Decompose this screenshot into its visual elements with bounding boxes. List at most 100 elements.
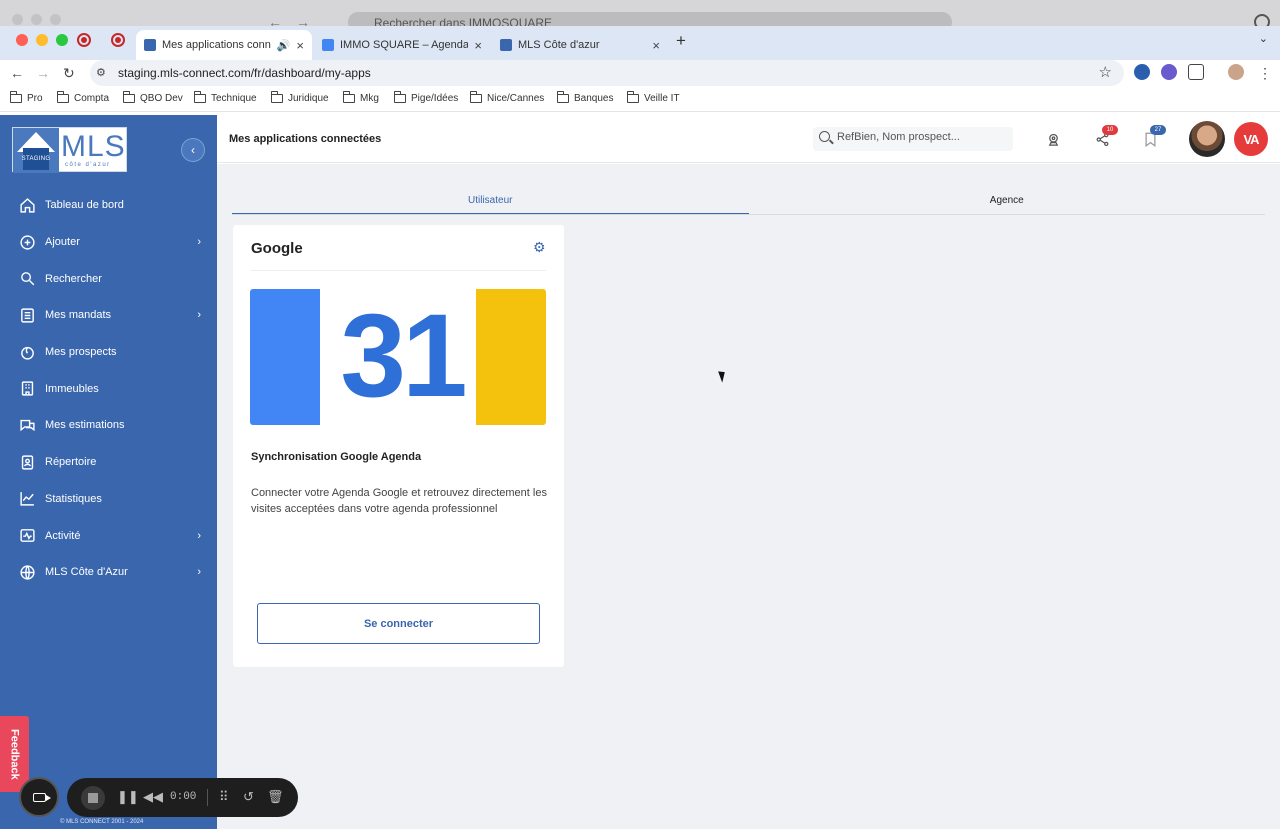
bookmark-folder[interactable]: Pro (9, 91, 43, 104)
sidebar-item-statistiques[interactable]: Statistiques (0, 481, 217, 518)
google-app-card: Google ⚙ 31 Synchronisation Google Agend… (233, 225, 564, 667)
browser-menu-icon[interactable]: ⋮ (1258, 65, 1272, 82)
search-input[interactable] (837, 131, 1007, 143)
folder-icon (342, 91, 355, 103)
calendar-number: 31 (340, 290, 467, 422)
site-settings-icon[interactable]: ⚙ (96, 66, 106, 79)
search-icon (819, 131, 830, 142)
bookmark-label: Technique (211, 93, 257, 104)
speaker-icon[interactable]: 🔊 (277, 39, 291, 52)
bookmark-star-icon[interactable]: ☆ (1099, 63, 1112, 81)
globe-icon (18, 563, 36, 581)
logo-brand: MLS (61, 130, 126, 163)
chevron-right-icon: › (197, 309, 201, 322)
main-content: Utilisateur Agence Google ⚙ 31 Synchroni… (217, 164, 1280, 829)
bookmark-folder[interactable]: Juridique (270, 91, 329, 104)
stop-recording-button[interactable] (81, 786, 105, 810)
tab-title: Mes applications connec (162, 39, 271, 51)
sidebar-item-mes-estimations[interactable]: Mes estimations (0, 407, 217, 444)
browser-tab-active[interactable]: Mes applications connec 🔊 × (136, 30, 312, 60)
ghost-search-bar: Rechercher dans IMMOSQUARE (348, 12, 952, 26)
collapse-sidebar-button[interactable]: ‹ (181, 138, 205, 162)
feedback-tab[interactable]: Feedback (0, 716, 29, 792)
sidebar-item-ajouter[interactable]: Ajouter › (0, 224, 217, 261)
bookmark-label: Nice/Cannes (487, 93, 545, 104)
sidebar-item-label: Statistiques (45, 492, 102, 505)
sidebar-item-mls-cote-azur[interactable]: MLS Côte d'Azur › (0, 554, 217, 591)
extension-gear-icon[interactable] (1161, 64, 1177, 80)
sidebar-item-mes-mandats[interactable]: Mes mandats › (0, 297, 217, 334)
connect-button[interactable]: Se connecter (257, 603, 540, 644)
bookmark-icon[interactable]: 27 (1142, 125, 1166, 147)
bookmark-folder[interactable]: Technique (193, 91, 257, 104)
agency-brand-avatar[interactable]: VA (1234, 122, 1268, 156)
chevron-right-icon: › (197, 529, 201, 542)
password-manager-icon[interactable] (1134, 64, 1150, 80)
bookmark-folder[interactable]: Mkg (342, 91, 379, 104)
tab-close-icon[interactable]: × (468, 38, 482, 53)
mls-favicon-icon (144, 39, 156, 51)
folder-icon (626, 91, 639, 103)
sidebar-item-label: Ajouter (45, 236, 80, 249)
pinned-tab-record-icon[interactable] (111, 33, 125, 47)
bookmark-folder[interactable]: Pige/Idées (393, 91, 458, 104)
folder-icon (193, 91, 206, 103)
sidebar-item-label: Mes estimations (45, 419, 125, 432)
browser-tab[interactable]: MLS Côte d'azur × (492, 30, 668, 60)
bookmark-folder[interactable]: Banques (556, 91, 613, 104)
app-header: Mes applications connectées 10 27 VA (217, 115, 1280, 163)
reload-icon[interactable]: ↻ (63, 65, 75, 82)
webcam-icon[interactable] (1045, 131, 1061, 147)
restart-icon[interactable]: ↺ (243, 789, 254, 805)
user-avatar[interactable] (1189, 121, 1225, 157)
bookmark-label: Compta (74, 93, 110, 104)
bookmark-folder[interactable]: Nice/Cannes (469, 91, 545, 104)
bookmark-count-badge: 27 (1150, 125, 1166, 135)
copyright-text: © MLS CONNECT 2001 - 2024 (60, 819, 144, 825)
tab-list-chevron-icon[interactable]: ⌄ (1259, 32, 1268, 45)
sidebar-item-rechercher[interactable]: Rechercher (0, 260, 217, 297)
card-title: Google (251, 240, 303, 257)
sidebar-item-tableau-de-bord[interactable]: Tableau de bord (0, 187, 217, 224)
profile-avatar-icon[interactable] (1228, 64, 1244, 80)
address-bar-row: ← → ↻ ⚙ staging.mls-connect.com/fr/dashb… (0, 60, 1280, 86)
bookmark-folder[interactable]: Compta (56, 91, 110, 104)
search-box[interactable] (813, 127, 1013, 151)
chevron-right-icon: › (197, 236, 201, 249)
share-icon[interactable]: 10 (1094, 125, 1118, 147)
grid-icon[interactable]: ⠿ (219, 789, 229, 805)
google-calendar-logo: 31 (250, 289, 546, 425)
mls-logo[interactable]: STAGING MLS côte d'azur (12, 127, 127, 173)
new-tab-button[interactable]: + (676, 31, 686, 51)
pinned-tab-record-icon[interactable] (77, 33, 91, 47)
gear-icon[interactable]: ⚙ (533, 240, 547, 254)
camera-button[interactable] (19, 777, 59, 817)
bookmark-folder[interactable]: QBO Dev (122, 91, 183, 104)
bookmark-folder[interactable]: Veille IT (626, 91, 680, 104)
tab-close-icon[interactable]: × (290, 38, 304, 53)
rewind-icon[interactable]: ◀◀ (143, 789, 163, 805)
card-divider (251, 270, 546, 271)
pause-icon[interactable]: ❚❚ (117, 789, 139, 805)
video-camera-icon (32, 792, 51, 802)
back-icon[interactable]: ← (10, 65, 24, 81)
forward-icon[interactable]: → (36, 65, 50, 81)
sidebar-item-repertoire[interactable]: Répertoire (0, 444, 217, 481)
mls-favicon-icon (500, 39, 512, 51)
minimize-window-button[interactable] (36, 34, 48, 46)
close-window-button[interactable] (16, 34, 28, 46)
sidebar-item-activite[interactable]: Activité › (0, 517, 217, 554)
tab-agence[interactable]: Agence (749, 192, 1266, 214)
card-subtitle: Synchronisation Google Agenda (251, 451, 422, 463)
sidebar-item-immeubles[interactable]: Immeubles (0, 370, 217, 407)
extensions-puzzle-icon[interactable] (1188, 64, 1204, 80)
sidebar-item-label: MLS Côte d'Azur (45, 566, 128, 579)
browser-tab[interactable]: IMMO SQUARE – Agenda - S × (314, 30, 490, 60)
url-field[interactable]: ⚙ staging.mls-connect.com/fr/dashboard/m… (90, 60, 1124, 86)
tab-close-icon[interactable]: × (646, 38, 660, 53)
sidebar-item-mes-prospects[interactable]: Mes prospects (0, 334, 217, 371)
maximize-window-button[interactable] (56, 34, 68, 46)
tab-utilisateur[interactable]: Utilisateur (232, 192, 749, 214)
trash-icon[interactable]: 🗑 (267, 789, 284, 805)
chart-icon (18, 490, 36, 508)
